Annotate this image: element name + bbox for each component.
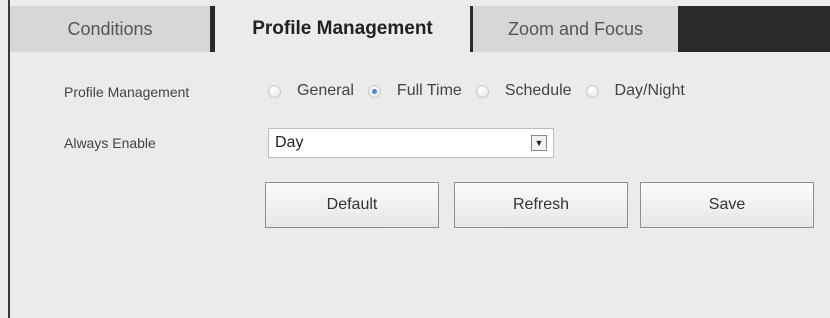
radio-full-time[interactable] [367, 84, 381, 98]
save-button[interactable]: Save [640, 182, 814, 228]
always-enable-select[interactable]: Day ▼ [268, 128, 554, 158]
profile-mode-radio-group: General Full Time Schedule Day/Night [268, 82, 699, 100]
radio-schedule[interactable] [475, 84, 489, 98]
radio-full-time-label: Full Time [396, 82, 462, 99]
tab-profile-management[interactable]: Profile Management [215, 6, 470, 52]
always-enable-label: Always Enable [64, 135, 156, 151]
radio-day-night[interactable] [585, 84, 599, 98]
dropdown-arrow-icon[interactable]: ▼ [531, 135, 547, 151]
profile-management-label: Profile Management [64, 84, 190, 100]
radio-general-label: General [297, 82, 354, 99]
tab-zoom-and-focus[interactable]: Zoom and Focus [473, 6, 678, 52]
radio-general[interactable] [268, 84, 281, 98]
settings-panel: Conditions Profile Management Zoom and F… [0, 0, 830, 318]
radio-schedule-label: Schedule [504, 82, 572, 99]
always-enable-value: Day [275, 134, 304, 151]
refresh-button[interactable]: Refresh [454, 182, 628, 228]
tab-conditions[interactable]: Conditions [10, 6, 210, 52]
default-button[interactable]: Default [265, 182, 439, 228]
radio-day-night-label: Day/Night [614, 82, 685, 99]
tab-bar: Conditions Profile Management Zoom and F… [10, 6, 830, 52]
